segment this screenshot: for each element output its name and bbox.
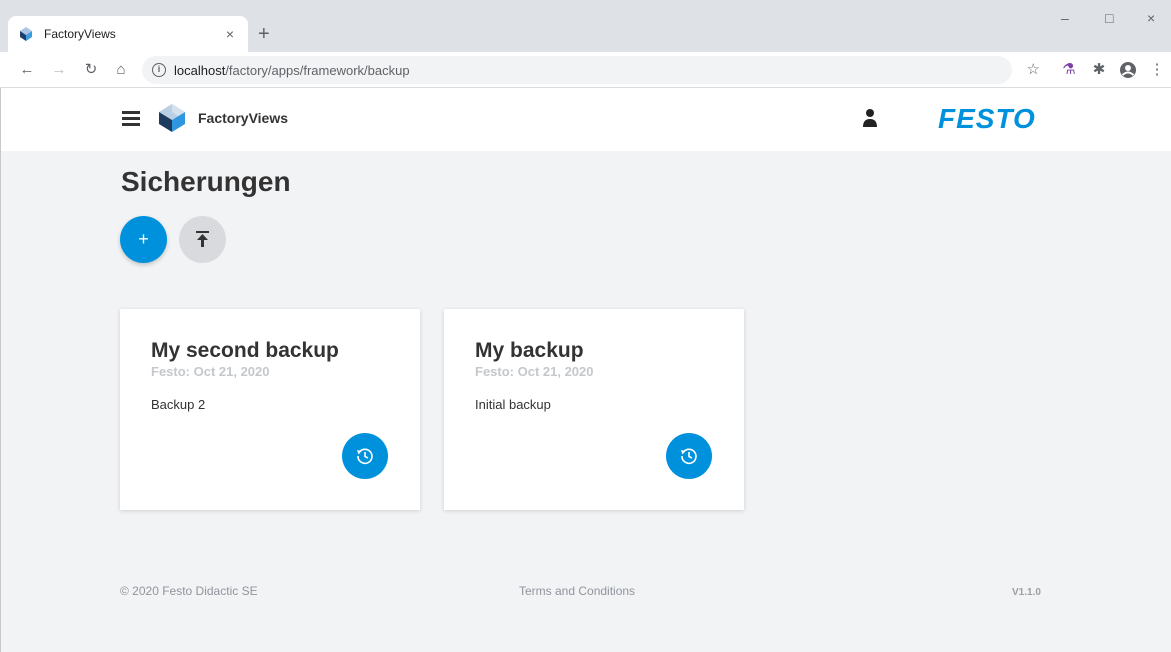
- maximize-button[interactable]: □: [1105, 10, 1113, 26]
- back-arrow-icon[interactable]: ←: [17, 60, 37, 80]
- backup-card-title: My backup: [475, 339, 584, 362]
- user-icon[interactable]: [862, 108, 878, 128]
- restore-backup-button[interactable]: [666, 433, 712, 479]
- url-host: localhost: [174, 62, 226, 78]
- tab-title: FactoryViews: [44, 27, 116, 41]
- version-label: V1.1.0: [1012, 587, 1041, 598]
- backup-card: My backup Festo: Oct 21, 2020 Initial ba…: [444, 309, 744, 510]
- page-title: Sicherungen: [121, 166, 291, 197]
- factoryviews-favicon-icon: [20, 27, 32, 41]
- upload-backup-button[interactable]: [179, 216, 226, 263]
- backup-card-description: Initial backup: [475, 397, 551, 412]
- browser-tabbar: FactoryViews × + – □ ×: [0, 0, 1171, 52]
- menu-kebab-icon[interactable]: ⋮: [1147, 60, 1167, 80]
- backup-card-subtitle: Festo: Oct 21, 2020: [151, 364, 270, 379]
- info-icon[interactable]: i: [152, 63, 166, 77]
- home-icon[interactable]: ⌂: [111, 60, 131, 80]
- bookmark-star-icon[interactable]: ☆: [1027, 60, 1040, 78]
- url-text: localhost/factory/apps/framework/backup: [174, 63, 410, 78]
- minimize-button[interactable]: –: [1061, 10, 1069, 26]
- profile-icon[interactable]: [1119, 61, 1137, 79]
- terms-link[interactable]: Terms and Conditions: [519, 584, 635, 598]
- extensions-puzzle-icon[interactable]: ✱: [1089, 60, 1109, 80]
- tab-close-icon[interactable]: ×: [222, 26, 238, 42]
- restore-backup-button[interactable]: [342, 433, 388, 479]
- address-bar[interactable]: i localhost/factory/apps/framework/backu…: [142, 56, 1040, 84]
- url-path: /factory/apps/framework/backup: [225, 62, 410, 78]
- plus-icon: +: [138, 229, 149, 249]
- footer-copyright: © 2020 Festo Didactic SE: [120, 584, 258, 598]
- new-tab-button[interactable]: +: [258, 22, 270, 46]
- page: FactoryViews FESTO Sicherungen + My seco…: [0, 88, 1171, 652]
- hamburger-icon[interactable]: [122, 111, 140, 126]
- forward-arrow-icon[interactable]: →: [49, 60, 69, 80]
- festo-logo: FESTO: [938, 103, 1036, 134]
- close-window-button[interactable]: ×: [1147, 10, 1155, 26]
- add-backup-button[interactable]: +: [120, 216, 167, 263]
- backup-card-title: My second backup: [151, 339, 339, 362]
- browser-toolbar: ← → ↻ ⌂ i localhost/factory/apps/framewo…: [0, 52, 1171, 88]
- backup-card-subtitle: Festo: Oct 21, 2020: [475, 364, 594, 379]
- backup-card-description: Backup 2: [151, 397, 206, 412]
- browser-tab[interactable]: FactoryViews ×: [8, 16, 248, 52]
- restore-icon: [681, 448, 697, 465]
- app-header: FactoryViews FESTO: [1, 88, 1171, 151]
- extension-flask-icon[interactable]: ⚗: [1059, 60, 1079, 80]
- app-name[interactable]: FactoryViews: [198, 110, 288, 126]
- restore-icon: [357, 448, 373, 465]
- backup-card: My second backup Festo: Oct 21, 2020 Bac…: [120, 309, 420, 510]
- upload-icon: [196, 231, 209, 247]
- reload-icon[interactable]: ↻: [81, 60, 101, 80]
- factoryviews-logo-icon[interactable]: [156, 102, 188, 134]
